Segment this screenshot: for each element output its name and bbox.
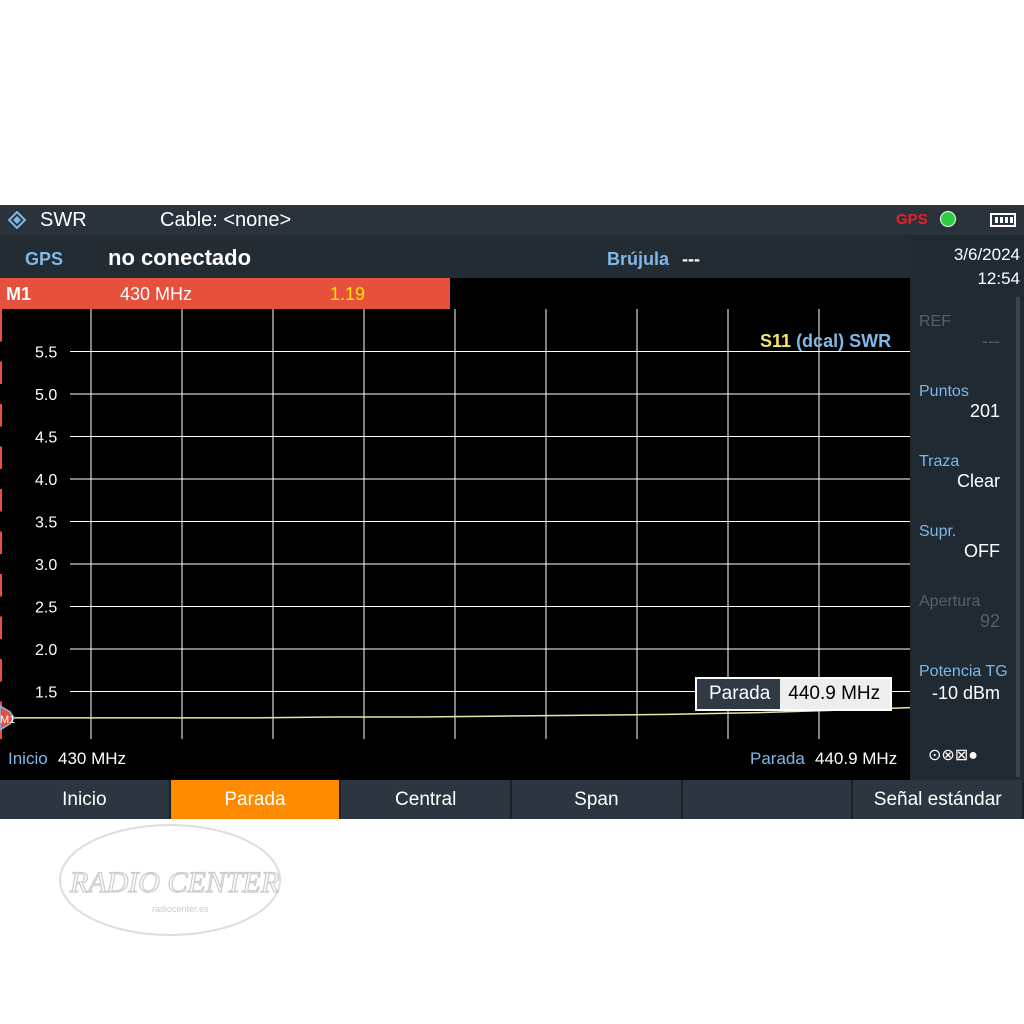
softkey-empty[interactable] <box>683 780 854 819</box>
stop-value: 440.9 MHz <box>815 749 898 768</box>
mode-title: SWR <box>40 209 87 231</box>
watermark-logo: RADIO CENTER radiocenter.es <box>59 824 281 936</box>
analyzer-screen: SWR Cable: <none> GPS GPS no conectado B… <box>0 205 1024 819</box>
trace-s11: S11 <box>760 331 792 351</box>
power-label[interactable]: Potencia TG <box>919 663 1008 681</box>
compass-value: --- <box>682 249 700 269</box>
y-tick-label: 5.0 <box>35 387 57 404</box>
gps-status-icon <box>940 211 956 227</box>
trace-legend: S11 (dcal) SWR <box>760 331 891 352</box>
y-tick-label: 2.0 <box>35 642 57 659</box>
stop-label: Parada <box>750 749 805 768</box>
ref-label[interactable]: REF <box>919 313 951 331</box>
battery-icon <box>990 213 1016 227</box>
side-panel: 3/6/2024 12:54 REF --- Puntos 201 Traza … <box>910 235 1024 780</box>
marker-bar[interactable]: M1 430 MHz 1.19 <box>0 278 450 309</box>
trace-mode-value: Clear <box>956 471 1000 491</box>
y-tick-label: 4.5 <box>35 430 57 447</box>
softkey-senal-estandar[interactable]: Señal estándar <box>853 780 1024 819</box>
points-label[interactable]: Puntos <box>919 383 969 401</box>
compass-label: Brújula <box>607 249 670 269</box>
trace-dcal: (dcal) <box>796 331 845 351</box>
marker-id: M1 <box>6 284 32 304</box>
y-tick-label: 4.0 <box>35 472 57 489</box>
softkey-central[interactable]: Central <box>341 780 513 819</box>
start-value: 430 MHz <box>58 749 127 768</box>
info-bar: GPS no conectado Brújula --- <box>0 235 910 278</box>
stop-readout[interactable]: Parada 440.9 MHz <box>695 677 893 711</box>
softkey-bar: Inicio Parada Central Span Señal estánda… <box>0 780 1024 819</box>
date: 3/6/2024 <box>953 245 1020 264</box>
status-icons: ⊙⊗⊠● <box>928 747 978 764</box>
y-tick-label: 3.0 <box>35 557 57 574</box>
gps-badge: GPS <box>896 211 928 228</box>
svg-text:radiocenter.es: radiocenter.es <box>152 904 209 914</box>
softkey-inicio[interactable]: Inicio <box>0 780 171 819</box>
trace-mode-label[interactable]: Traza <box>919 453 959 471</box>
top-bar: SWR Cable: <none> GPS <box>0 205 1024 235</box>
aperture-value: 92 <box>979 611 1000 631</box>
y-tick-label: 3.5 <box>35 515 57 532</box>
readout-label: Parada <box>709 683 771 704</box>
readout-value[interactable]: 440.9 MHz <box>780 679 891 709</box>
gps-label: GPS <box>25 249 64 269</box>
marker-value: 1.19 <box>330 284 366 304</box>
aperture-label[interactable]: Apertura <box>919 593 980 611</box>
trace-swr: SWR <box>849 331 892 351</box>
m1-marker-text: M1 <box>0 714 15 726</box>
frequency-axis: Inicio 430 MHz Parada 440.9 MHz <box>0 739 910 780</box>
ref-value: --- <box>982 331 1000 351</box>
time: 12:54 <box>977 269 1020 288</box>
marker-freq: 430 MHz <box>120 284 193 304</box>
start-label: Inicio <box>8 749 48 768</box>
y-tick-label: 2.5 <box>35 600 57 617</box>
supr-label[interactable]: Supr. <box>919 523 956 541</box>
swr-plot[interactable]: 1.5 2.0 2.5 3.0 3.5 4.0 4.5 5.0 5.5 M1 <box>0 309 910 739</box>
points-value: 201 <box>969 401 1000 421</box>
side-scrollbar[interactable] <box>1016 297 1020 777</box>
logo-icon <box>8 211 26 229</box>
gps-value: no conectado <box>108 245 252 270</box>
y-tick-label: 5.5 <box>35 345 57 362</box>
y-tick-label: 1.5 <box>35 685 57 702</box>
softkey-span[interactable]: Span <box>512 780 683 819</box>
softkey-parada[interactable]: Parada <box>170 780 342 819</box>
svg-text:RADIO CENTER: RADIO CENTER <box>69 866 279 899</box>
cable-label[interactable]: Cable: <none> <box>160 209 291 232</box>
supr-value: OFF <box>964 541 1000 561</box>
power-value: -10 dBm <box>931 683 1000 703</box>
